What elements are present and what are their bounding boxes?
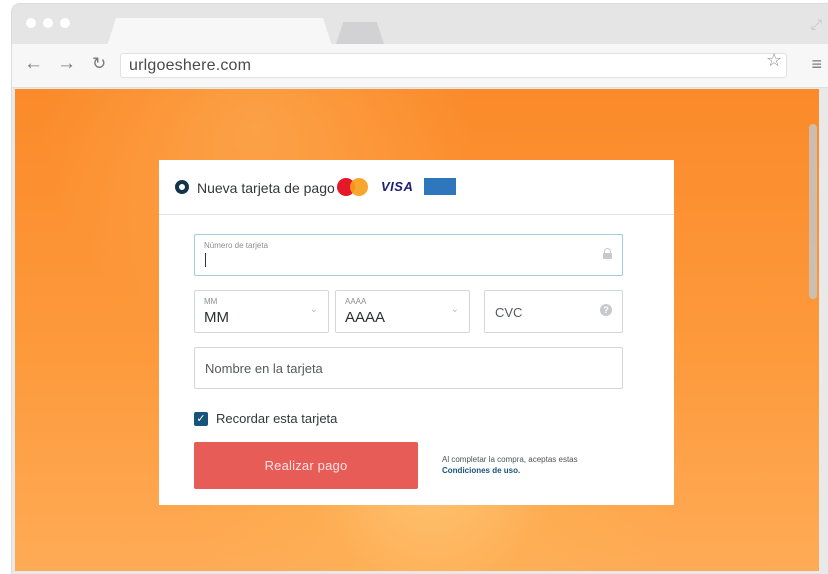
back-arrow-icon[interactable]: ← [24,54,43,74]
lock-icon [603,248,612,259]
minimize-window-button[interactable] [43,18,53,28]
address-bar[interactable]: urlgoeshere.com [120,53,787,78]
terms-link[interactable]: Condiciones de uso. [442,465,652,476]
expiry-month-value: MM [204,309,229,326]
terms-text: Al completar la compra, aceptas estas [442,455,578,464]
expiry-year-value: AAAA [345,309,386,326]
browser-window: ⤢ ← → ↻ urlgoeshere.com ☆ ≡ Nueva tarjet… [12,4,828,574]
cvc-placeholder: CVC [495,305,523,320]
title-bar: ⤢ [12,4,828,46]
reload-icon[interactable]: ↻ [92,54,106,74]
payment-card-form: Nueva tarjeta de pago VISA Número de tar… [159,160,674,505]
chevron-down-icon: ⌄ [309,304,318,315]
visa-logo: VISA [381,179,414,194]
payment-option-radio[interactable] [175,180,189,194]
browser-toolbar: ← → ↻ urlgoeshere.com ☆ ≡ [12,44,828,88]
forward-arrow-icon[interactable]: → [57,54,76,74]
terms-notice: Al completar la compra, aceptas estas Co… [442,454,652,476]
remember-card-checkbox[interactable]: ✓ [194,412,208,426]
payment-option-label: Nueva tarjeta de pago [197,180,335,196]
expiry-year-label: AAAA [345,297,367,306]
scrollbar[interactable] [809,124,817,299]
help-icon[interactable]: ? [600,304,612,316]
tab-active[interactable] [107,18,332,46]
page-viewport: Nueva tarjeta de pago VISA Número de tar… [15,89,819,571]
text-cursor [205,253,206,267]
expiry-month-select[interactable]: MM MM ⌄ [194,290,329,333]
cvc-field[interactable]: CVC ? [484,290,623,333]
amex-logo [424,178,456,195]
name-on-card-field[interactable]: Nombre en la tarjeta [194,347,623,389]
menu-icon[interactable]: ≡ [811,54,822,75]
submit-payment-button[interactable]: Realizar pago [194,442,418,489]
payment-method-header: Nueva tarjeta de pago VISA [159,160,674,215]
chevron-down-icon: ⌄ [450,304,459,315]
new-tab-button[interactable] [336,22,384,44]
mastercard-logo [337,178,369,196]
star-icon[interactable]: ☆ [766,50,782,71]
fullscreen-icon[interactable]: ⤢ [811,16,822,33]
expiry-year-select[interactable]: AAAA AAAA ⌄ [335,290,470,333]
remember-card-label: Recordar esta tarjeta [216,411,338,426]
name-on-card-placeholder: Nombre en la tarjeta [205,361,323,376]
card-number-field[interactable]: Número de tarjeta [194,234,623,276]
close-window-button[interactable] [26,18,36,28]
expiry-month-label: MM [204,297,218,306]
card-number-label: Número de tarjeta [204,241,269,250]
zoom-window-button[interactable] [60,18,70,28]
